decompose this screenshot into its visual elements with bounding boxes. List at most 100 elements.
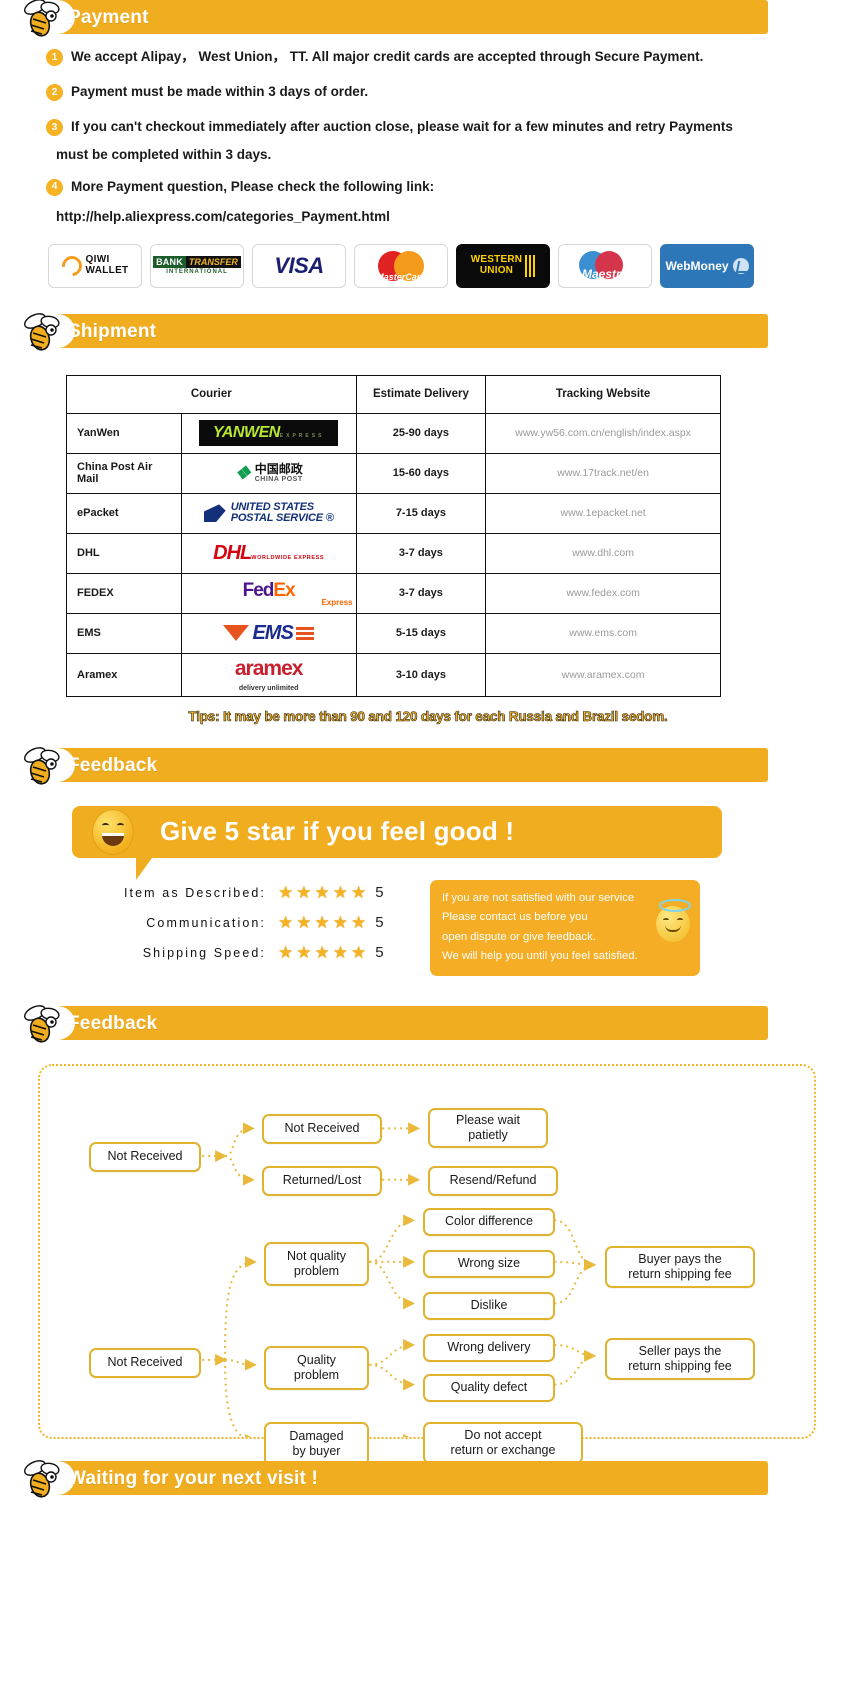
table-row: China Post Air Mail ❖ 中国邮政 CHINA POST 15-6… <box>66 452 721 494</box>
qiwi-wallet-logo: QIWI WALLET <box>48 243 142 288</box>
shipment-table-wrap: Courier Estimate Delivery Tracking Websi… <box>0 350 850 724</box>
maestro-logo: Maestro <box>558 243 652 288</box>
payment-help-link[interactable]: http://help.aliexpress.com/categories_Pa… <box>46 209 820 224</box>
visa-logo: VISA <box>252 243 346 288</box>
dhl-sub: WORLDWIDE EXPRESS <box>251 554 325 561</box>
western-union-logo: WESTERN UNION <box>456 243 550 288</box>
rating-label: Communication: <box>146 915 266 930</box>
rating-value: 5 <box>375 944 384 962</box>
courier-name: DHL <box>66 532 182 574</box>
payment-term-text: We accept Alipay， West Union， TT. All ma… <box>71 49 704 64</box>
mastercard-logo: MasterCard <box>354 243 448 288</box>
estimate-delivery: 3-10 days <box>355 652 487 697</box>
webmoney-logo: WebMoney <box>660 243 754 288</box>
dispute-flowchart-wrap: Not Received Not Received Returned/Lost Ple… <box>0 1042 850 1466</box>
usps-logo: UNITED STATES POSTAL SERVICE ® <box>180 492 357 534</box>
estimate-delivery: 3-7 days <box>355 572 487 614</box>
tracking-url[interactable]: www.17track.net/en <box>485 452 721 494</box>
flow-node-n7: Wrong size <box>423 1249 555 1278</box>
flow-node-n13: Not Received <box>89 1347 201 1378</box>
china-post-logo: ❖ 中国邮政 CHINA POST <box>180 452 357 494</box>
smiley-face-icon <box>92 808 134 855</box>
flow-node-n2: Not Received <box>262 1113 382 1144</box>
table-row: DHL DHLWORLDWIDE EXPRESS 3-7 days www.dh… <box>66 532 721 574</box>
rating-label: Shipping Speed: <box>142 945 266 960</box>
ems-logo: EMS <box>180 612 357 654</box>
col-tracking-website: Tracking Website <box>485 374 721 414</box>
aramex-sub: delivery unlimited <box>238 684 299 692</box>
dhl-text: DHL <box>213 541 252 564</box>
courier-name: YanWen <box>66 412 182 454</box>
usps-line2: POSTAL SERVICE ® <box>230 512 334 525</box>
list-number-badge: 2 <box>46 84 63 102</box>
wu-bars-icon <box>525 254 536 277</box>
rating-row-item-as-described: Item as Described: ★ ★ ★ ★ ★ 5 <box>80 880 420 906</box>
payment-term-2: 2 Payment must be made within 3 days of … <box>46 83 820 102</box>
courier-name: FEDEX <box>66 572 182 614</box>
courier-name: Aramex <box>66 652 182 697</box>
section-header-footer: Waiting for your next visit ! <box>0 1459 850 1498</box>
flow-node-n14: Buyer pays the return shipping fee <box>605 1245 755 1288</box>
section-header-feedback-1: Feedback <box>0 747 850 785</box>
flow-node-n10: Quality defect <box>423 1373 555 1402</box>
payment-term-1: 1 We accept Alipay， West Union， TT. All … <box>46 48 820 66</box>
international-label: INTERNATIONAL <box>166 269 228 276</box>
flow-node-n9: Wrong delivery <box>423 1333 555 1362</box>
flow-node-n16: Damaged by buyer <box>264 1421 369 1466</box>
courier-name: China Post Air Mail <box>66 452 182 494</box>
tracking-url[interactable]: www.yw56.com.cn/english/index.aspx <box>485 412 721 454</box>
bank-transfer-logo: BANK TRANSFER INTERNATIONAL <box>150 243 244 288</box>
section-header-payment: Payment <box>0 0 850 37</box>
ratings-area: Item as Described: ★ ★ ★ ★ ★ 5 Communication… <box>0 858 850 976</box>
section-title: Payment <box>68 7 149 28</box>
flow-node-n4: Please wait patietly <box>428 1107 548 1148</box>
section-header-shipment: Shipment <box>0 313 850 351</box>
list-number-badge: 4 <box>46 178 63 196</box>
courier-name: ePacket <box>66 492 182 534</box>
col-estimate-delivery: Estimate Delivery <box>355 374 487 414</box>
payment-term-3-continuation: must be completed within 3 days. <box>56 146 272 162</box>
table-row: EMS EMS 5-15 days www.ems.com <box>66 612 721 654</box>
tracking-url[interactable]: www.1epacket.net <box>485 492 721 534</box>
shipment-table: Courier Estimate Delivery Tracking Websi… <box>66 374 721 697</box>
webmoney-text: WebMoney <box>665 258 729 273</box>
star-rating-icons[interactable]: ★ ★ ★ ★ ★ <box>278 944 366 961</box>
aramex-logo: aramex delivery unlimited <box>180 652 357 697</box>
shipment-tips: Tips: It may be more than 90 and 120 day… <box>188 708 668 725</box>
dhl-logo: DHLWORLDWIDE EXPRESS <box>180 532 357 574</box>
rating-label: Item as Described: <box>123 885 266 900</box>
maestro-text: Maestro <box>581 266 628 281</box>
table-row: FEDEX FedEx Express 3-7 days www.fedex.co… <box>66 572 721 614</box>
header-bar <box>45 0 768 34</box>
section-title: Feedback <box>68 1012 158 1034</box>
yanwen-text: YANWEN <box>212 424 280 442</box>
list-number-badge: 3 <box>46 119 63 137</box>
qiwi-line2: WALLET <box>85 264 129 276</box>
note-line-1: If you are not satisfied with our servic… <box>442 891 635 904</box>
estimate-delivery: 3-7 days <box>355 532 487 574</box>
tracking-url[interactable]: www.aramex.com <box>485 652 721 697</box>
payment-term-3: 3 If you can't checkout immediately afte… <box>46 118 820 137</box>
section-title: Feedback <box>68 754 158 776</box>
star-rating-icons[interactable]: ★ ★ ★ ★ ★ <box>278 914 366 931</box>
payment-term-4: 4 More Payment question, Please check th… <box>46 178 820 196</box>
section-header-feedback-2: Feedback <box>0 1004 850 1043</box>
flow-node-n5: Resend/Refund <box>428 1165 558 1196</box>
tracking-url[interactable]: www.dhl.com <box>485 532 721 574</box>
estimate-delivery: 7-15 days <box>355 492 487 534</box>
tracking-url[interactable]: www.ems.com <box>485 612 721 654</box>
flow-node-n6: Color difference <box>423 1207 555 1236</box>
payment-methods-logos: QIWI WALLET BANK TRANSFER INTERNATIONAL … <box>0 228 850 288</box>
flow-node-n1: Not Received <box>89 1141 201 1172</box>
payment-term-text: Payment must be made within 3 days of or… <box>71 84 369 100</box>
payment-term-text: More Payment question, Please check the … <box>71 178 435 194</box>
flow-node-n15: Seller pays the return shipping fee <box>605 1337 755 1380</box>
star-rating-icons[interactable]: ★ ★ ★ ★ ★ <box>278 884 366 901</box>
give-5-star-bubble-wrap: Give 5 star if you feel good ! <box>0 784 850 880</box>
section-title: Shipment <box>68 320 157 342</box>
flow-node-n3: Returned/Lost <box>262 1165 382 1196</box>
note-line-2: Please contact us before you <box>442 911 588 924</box>
mastercard-text: MasterCard <box>376 271 426 282</box>
transfer-label: TRANSFER <box>185 256 241 269</box>
tracking-url[interactable]: www.fedex.com <box>485 572 721 614</box>
